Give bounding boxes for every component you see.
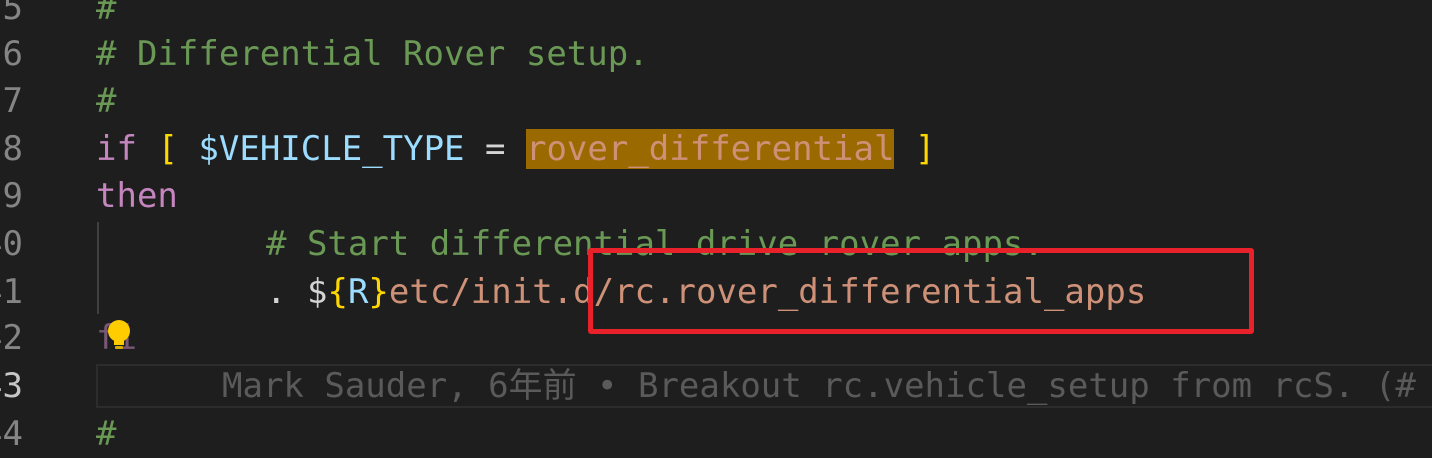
lightbulb-icon[interactable] [104, 318, 134, 352]
code-line-39[interactable]: then [96, 172, 178, 220]
operator-equals: = [485, 129, 506, 169]
line-number-gutter: 35 36 37 38 39 40 41 42 43 44 [0, 0, 60, 454]
line-number: 36 [0, 34, 23, 74]
brace-close: } [368, 272, 389, 312]
code-line-36[interactable]: # Differential Rover setup. [96, 30, 649, 78]
source-dot: . [266, 272, 287, 312]
annotation-rectangle [588, 248, 1254, 334]
variable-r: R [347, 272, 369, 312]
code-line-44[interactable]: # [96, 410, 116, 458]
variable-vehicle-type: $VEHICLE_TYPE [198, 129, 465, 169]
line-number: 44 [0, 414, 23, 454]
brace-open: { [327, 272, 348, 312]
line-number: 38 [0, 129, 23, 169]
indent-guide [97, 222, 99, 314]
bracket-close: ] [914, 129, 936, 169]
line-number-active: 43 [0, 366, 23, 406]
code-line-38[interactable]: if [ $VEHICLE_TYPE = rover_differential … [96, 125, 935, 173]
code-line-35[interactable]: # [96, 0, 116, 32]
search-match-highlight: rover_differential [525, 129, 895, 169]
line-number: 40 [0, 224, 23, 264]
line-number: 37 [0, 81, 23, 121]
dollar-sign: $ [306, 272, 328, 312]
line-number: 42 [0, 318, 23, 358]
line-number: 41 [0, 272, 23, 312]
line-number: 35 [0, 0, 23, 28]
code-line-37[interactable]: # [96, 77, 116, 125]
keyword-if: if [96, 129, 137, 169]
git-blame-annotation: Mark Sauder, 6年前 • Breakout rc.vehicle_s… [222, 366, 1416, 406]
bracket-open: [ [157, 129, 178, 169]
line-number: 39 [0, 176, 23, 216]
